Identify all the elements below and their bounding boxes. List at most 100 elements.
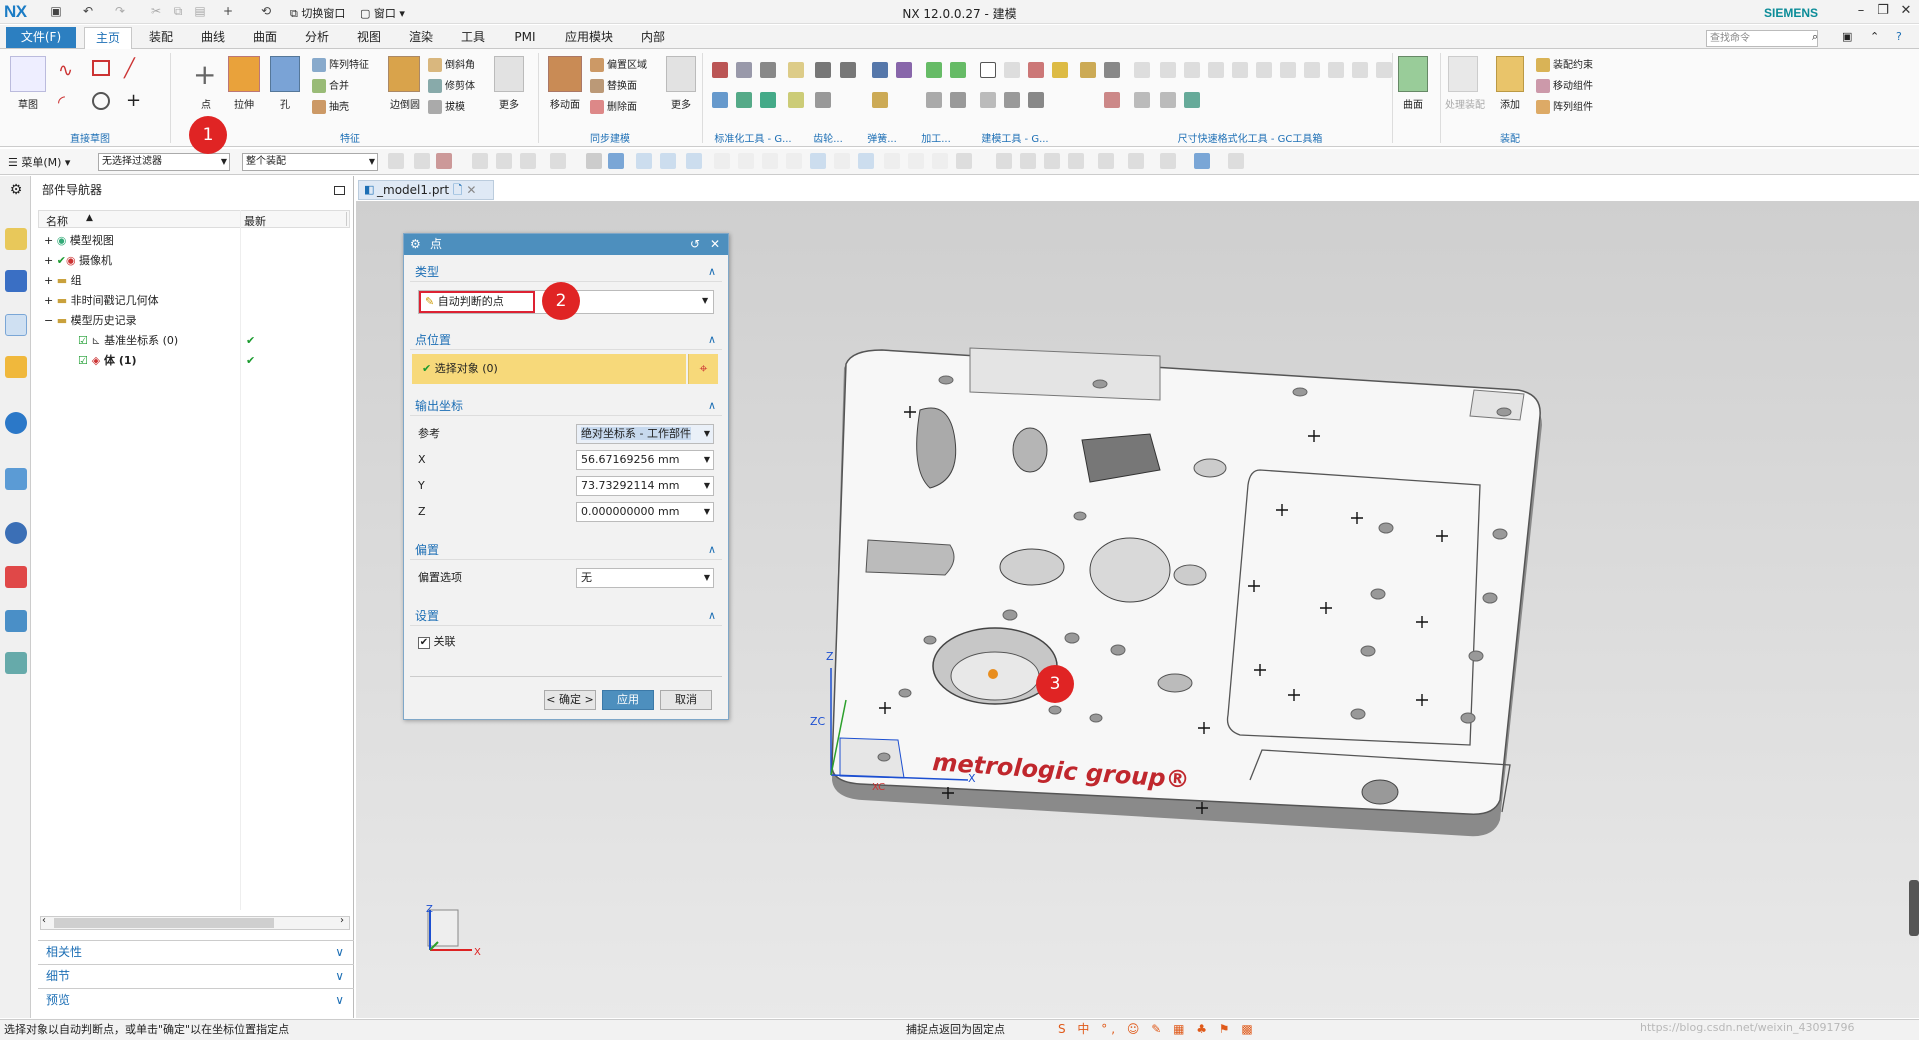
tab-internal[interactable]: 内部 bbox=[630, 27, 676, 49]
assembly-constraint-button[interactable]: 装配约束 bbox=[1536, 58, 1593, 74]
modeling-tool-icon[interactable] bbox=[1004, 62, 1020, 78]
snap-icon[interactable] bbox=[608, 153, 624, 169]
gear-tool-icon[interactable] bbox=[815, 92, 831, 108]
ime-toolbar[interactable]: S 中 °, ☺ ✎ ▦ ♣ ⚑ ▩ bbox=[1058, 1020, 1258, 1039]
snap-midpoint-icon[interactable] bbox=[686, 153, 702, 169]
snap-icon[interactable] bbox=[550, 153, 566, 169]
section-offset[interactable]: 偏置 ∧ bbox=[410, 540, 722, 560]
delete-face-button[interactable]: 删除面 bbox=[590, 100, 637, 116]
view-icon[interactable] bbox=[1128, 153, 1144, 169]
panel-dependencies[interactable]: 相关性 ∨ bbox=[38, 940, 354, 962]
move-component-button[interactable]: 移动组件 bbox=[1536, 79, 1593, 95]
reset-icon[interactable]: ↺ bbox=[690, 237, 700, 251]
gear-tool-icon[interactable] bbox=[840, 62, 856, 78]
gc-tool-icon[interactable] bbox=[736, 62, 752, 78]
chamfer-button[interactable]: 倒斜角 bbox=[428, 58, 475, 74]
machining-tool-icon[interactable] bbox=[926, 62, 942, 78]
tab-analysis[interactable]: 分析 bbox=[294, 27, 340, 49]
tab-view[interactable]: 视图 bbox=[346, 27, 392, 49]
view-icon[interactable] bbox=[1020, 153, 1036, 169]
column-latest[interactable]: 最新 bbox=[244, 213, 266, 229]
dimension-tool-icon[interactable] bbox=[1208, 62, 1224, 78]
section-output-coordinates[interactable]: 输出坐标 ∧ bbox=[410, 396, 722, 416]
machining-tool-icon[interactable] bbox=[950, 92, 966, 108]
dimension-tool-icon[interactable] bbox=[1134, 62, 1150, 78]
selection-scope-select[interactable]: 整个装配 ▼ bbox=[242, 153, 378, 171]
dimension-tool-icon[interactable] bbox=[1256, 62, 1272, 78]
unite-button[interactable]: 合并 bbox=[312, 79, 349, 95]
more-features-icon[interactable] bbox=[494, 56, 524, 92]
view-icon[interactable] bbox=[1098, 153, 1114, 169]
rectangle-icon[interactable] bbox=[92, 60, 110, 76]
snap-icon[interactable] bbox=[932, 153, 948, 169]
modeling-tool-icon[interactable] bbox=[1028, 92, 1044, 108]
sketch-point-icon[interactable]: + bbox=[126, 90, 141, 111]
dimension-tool-icon[interactable] bbox=[1160, 62, 1176, 78]
snap-quadrant-icon[interactable] bbox=[834, 153, 850, 169]
gear-icon[interactable]: ⚙ bbox=[5, 182, 27, 204]
view-icon[interactable] bbox=[1068, 153, 1084, 169]
x-coordinate-input[interactable]: 56.67169256 mm ▼ bbox=[576, 450, 714, 470]
snap-curve-icon[interactable] bbox=[762, 153, 778, 169]
view-icon[interactable] bbox=[1160, 153, 1176, 169]
view-icon[interactable] bbox=[1044, 153, 1060, 169]
checkbox-checked-icon[interactable]: ☑ bbox=[78, 354, 88, 367]
scroll-right-icon[interactable]: › bbox=[340, 915, 344, 926]
surface-icon[interactable] bbox=[1398, 56, 1428, 92]
spring-tool-icon[interactable] bbox=[872, 62, 888, 78]
profile-icon[interactable]: ∿ bbox=[58, 60, 73, 81]
dimension-tool-icon[interactable] bbox=[1352, 62, 1368, 78]
snap-intersection-icon[interactable] bbox=[786, 153, 802, 169]
scrollbar-thumb[interactable] bbox=[54, 918, 274, 928]
associative-checkbox[interactable]: ✔ 关联 bbox=[418, 632, 456, 652]
resource-handle[interactable] bbox=[1909, 880, 1919, 936]
dimension-tool-icon[interactable] bbox=[1280, 62, 1296, 78]
gear-tool-icon[interactable] bbox=[815, 62, 831, 78]
shell-button[interactable]: 抽壳 bbox=[312, 100, 349, 116]
snap-icon[interactable] bbox=[436, 153, 452, 169]
panel-details[interactable]: 细节 ∨ bbox=[38, 964, 354, 986]
ok-button[interactable]: < 确定 > bbox=[544, 690, 596, 710]
dimension-tool-icon[interactable] bbox=[1104, 62, 1120, 78]
snap-curve-icon[interactable] bbox=[738, 153, 754, 169]
sketch-icon[interactable] bbox=[10, 56, 46, 92]
gear-tool-icon[interactable] bbox=[788, 92, 804, 108]
dimension-tool-icon[interactable] bbox=[1184, 92, 1200, 108]
dimension-tool-icon[interactable] bbox=[1184, 62, 1200, 78]
gc-tool-icon[interactable] bbox=[760, 92, 776, 108]
dimension-tool-icon[interactable] bbox=[1376, 62, 1392, 78]
process-assembly-icon[interactable] bbox=[1448, 56, 1478, 92]
snap-icon[interactable] bbox=[388, 153, 404, 169]
snap-icon[interactable] bbox=[414, 153, 430, 169]
scroll-left-icon[interactable]: ‹ bbox=[42, 915, 46, 926]
spring-tool-icon[interactable] bbox=[896, 62, 912, 78]
modeling-tool-icon[interactable] bbox=[980, 62, 996, 78]
dimension-tool-icon[interactable] bbox=[1080, 62, 1096, 78]
reuse-library-icon[interactable] bbox=[5, 356, 27, 378]
y-coordinate-input[interactable]: 73.73292114 mm ▼ bbox=[576, 476, 714, 496]
modeling-tool-icon[interactable] bbox=[980, 92, 996, 108]
snap-endpoint-icon[interactable] bbox=[660, 153, 676, 169]
help-icon[interactable]: ? bbox=[1896, 30, 1902, 43]
tree-item-cameras[interactable]: + ✔◉ 摄像机 bbox=[44, 252, 112, 270]
dimension-tool-icon[interactable] bbox=[1160, 92, 1176, 108]
tab-render[interactable]: 渲染 bbox=[398, 27, 444, 49]
snap-icon[interactable] bbox=[586, 153, 602, 169]
palette-icon[interactable] bbox=[5, 566, 27, 588]
modeling-tool-icon[interactable] bbox=[1004, 92, 1020, 108]
circle-icon[interactable] bbox=[92, 92, 110, 110]
selected-point-marker[interactable] bbox=[988, 669, 998, 679]
dimension-tool-icon[interactable] bbox=[1134, 92, 1150, 108]
dimension-tool-icon[interactable] bbox=[1104, 92, 1120, 108]
modeling-tool-icon[interactable] bbox=[1028, 62, 1044, 78]
hole-icon[interactable] bbox=[270, 56, 300, 92]
checkbox-checked-icon[interactable]: ☑ bbox=[78, 334, 88, 347]
column-name[interactable]: 名称 bbox=[46, 213, 68, 229]
sort-ascending-icon[interactable]: ▲ bbox=[86, 213, 93, 223]
reference-select[interactable]: 绝对坐标系 - 工作部件 ▼ bbox=[576, 424, 714, 444]
inferred-point-option[interactable]: ✎ 自动判断的点 bbox=[419, 291, 535, 313]
section-settings[interactable]: 设置 ∧ bbox=[410, 606, 722, 626]
dialog-gear-icon[interactable]: ⚙ bbox=[410, 237, 421, 251]
snap-icon[interactable] bbox=[496, 153, 512, 169]
tree-item-datum-csys[interactable]: ☑ ⊾ 基准坐标系 (0) bbox=[78, 332, 178, 350]
